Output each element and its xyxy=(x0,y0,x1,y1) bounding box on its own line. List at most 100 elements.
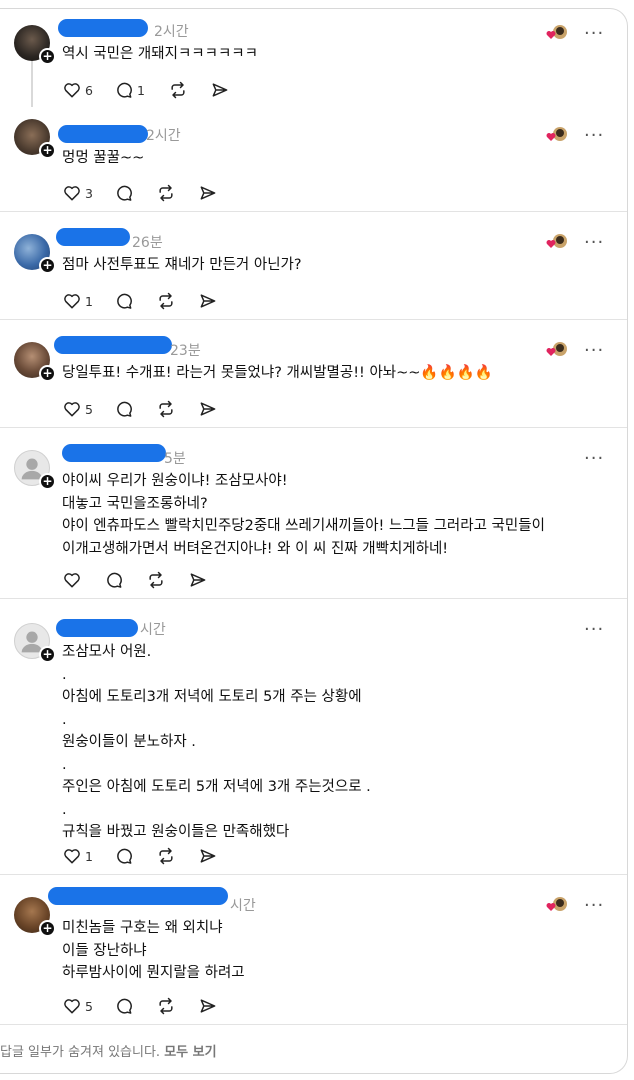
post-time: 26분 xyxy=(132,235,163,251)
divider xyxy=(0,874,627,875)
heart-icon xyxy=(64,849,80,864)
redacted-username[interactable] xyxy=(48,887,228,905)
post-time: 5분 xyxy=(164,451,186,467)
reply-button[interactable] xyxy=(114,181,134,205)
more-options-icon[interactable]: ··· xyxy=(584,621,604,639)
redacted-username[interactable] xyxy=(62,444,166,462)
divider xyxy=(0,598,627,599)
follow-plus-icon[interactable]: + xyxy=(39,920,56,937)
post-time: 2시간 xyxy=(154,24,189,40)
repost-icon xyxy=(159,847,173,865)
share-button[interactable] xyxy=(198,289,218,313)
comment-icon xyxy=(107,572,122,588)
repost-icon xyxy=(159,997,173,1015)
follow-plus-icon[interactable]: + xyxy=(39,365,56,382)
comment-icon xyxy=(117,82,132,98)
like-button[interactable]: 3 xyxy=(62,181,93,205)
redacted-username[interactable] xyxy=(56,228,130,246)
liked-by-author-badge xyxy=(545,340,569,360)
comment-icon xyxy=(117,293,132,309)
more-options-icon[interactable]: ··· xyxy=(584,25,604,43)
reply-button[interactable] xyxy=(114,844,134,868)
repost-button[interactable] xyxy=(156,397,176,421)
divider xyxy=(0,1024,627,1025)
more-options-icon[interactable]: ··· xyxy=(584,342,604,360)
reply-button[interactable] xyxy=(114,994,134,1018)
like-button[interactable]: 5 xyxy=(62,994,93,1018)
heart-icon xyxy=(64,573,80,588)
heart-icon xyxy=(64,294,80,309)
repost-icon xyxy=(171,81,185,99)
post-time: 시간 xyxy=(230,898,256,914)
hidden-replies-notice: 답글 일부가 숨겨져 있습니다. 모두 보기 xyxy=(0,1045,217,1060)
avatar[interactable]: + xyxy=(14,119,56,159)
heart-icon xyxy=(64,186,80,201)
like-button[interactable]: 5 xyxy=(62,397,93,421)
share-button[interactable] xyxy=(188,568,208,592)
post-time: 2시간 xyxy=(146,128,181,144)
reply-button[interactable] xyxy=(114,397,134,421)
like-button[interactable] xyxy=(62,568,82,592)
like-button[interactable]: 6 xyxy=(62,78,93,102)
liked-by-author-badge xyxy=(545,23,569,43)
like-button[interactable]: 1 xyxy=(62,844,93,868)
share-button[interactable] xyxy=(198,181,218,205)
more-options-icon[interactable]: ··· xyxy=(584,450,604,468)
repost-button[interactable] xyxy=(156,289,176,313)
heart-icon xyxy=(64,402,80,417)
comment-icon xyxy=(117,401,132,417)
avatar[interactable]: + xyxy=(14,450,56,490)
repost-button[interactable] xyxy=(156,181,176,205)
reply-button[interactable] xyxy=(114,289,134,313)
more-options-icon[interactable]: ··· xyxy=(584,234,604,252)
follow-plus-icon[interactable]: + xyxy=(39,257,56,274)
redacted-username[interactable] xyxy=(58,19,148,37)
follow-plus-icon[interactable]: + xyxy=(39,142,56,159)
share-button[interactable] xyxy=(210,78,230,102)
post-time: 23분 xyxy=(170,343,201,359)
post-time: 시간 xyxy=(140,622,166,638)
send-icon xyxy=(200,849,216,863)
more-options-icon[interactable]: ··· xyxy=(584,897,604,915)
share-button[interactable] xyxy=(198,397,218,421)
divider xyxy=(0,319,627,320)
repost-button[interactable] xyxy=(156,844,176,868)
follow-plus-icon[interactable]: + xyxy=(39,48,56,65)
follow-plus-icon[interactable]: + xyxy=(39,646,56,663)
like-button[interactable]: 1 xyxy=(62,289,93,313)
divider xyxy=(0,211,627,212)
avatar[interactable]: + xyxy=(14,342,56,382)
thread-connector xyxy=(31,61,33,107)
post-text: 점마 사전투표도 쟤네가 만든거 아닌가? xyxy=(62,257,302,273)
avatar[interactable]: + xyxy=(14,25,56,65)
redacted-username[interactable] xyxy=(54,336,172,354)
reply-button[interactable] xyxy=(104,568,124,592)
avatar[interactable]: + xyxy=(14,897,56,937)
comment-icon xyxy=(117,998,132,1014)
avatar[interactable]: + xyxy=(14,623,56,663)
send-icon xyxy=(190,573,206,587)
send-icon xyxy=(200,186,216,200)
post-text: 역시 국민은 개돼지ㅋㅋㅋㅋㅋㅋ xyxy=(62,46,258,62)
comment-icon xyxy=(117,848,132,864)
post-text: 멍멍 꿀꿀~~ xyxy=(62,150,145,166)
redacted-username[interactable] xyxy=(58,125,148,143)
reply-button[interactable]: 1 xyxy=(114,78,145,102)
post-text: 미친놈들 구호는 왜 외치냐 이들 장난하냐 하루밤사이에 뭔지랄을 하려고 xyxy=(62,920,245,981)
share-button[interactable] xyxy=(198,994,218,1018)
post-text: 야이씨 우리가 원숭이냐! 조삼모사야! 대놓고 국민을조롱하네? 야이 엔츄파… xyxy=(62,473,545,557)
repost-icon xyxy=(159,292,173,310)
send-icon xyxy=(200,999,216,1013)
comment-icon xyxy=(117,185,132,201)
redacted-username[interactable] xyxy=(56,619,138,637)
show-all-link[interactable]: 모두 보기 xyxy=(164,1045,216,1060)
repost-button[interactable] xyxy=(168,78,188,102)
repost-button[interactable] xyxy=(156,994,176,1018)
avatar[interactable]: + xyxy=(14,234,56,274)
repost-button[interactable] xyxy=(146,568,166,592)
follow-plus-icon[interactable]: + xyxy=(39,473,56,490)
more-options-icon[interactable]: ··· xyxy=(584,127,604,145)
liked-by-author-badge xyxy=(545,895,569,915)
thread-panel: + 2시간 ··· 역시 국민은 개돼지ㅋㅋㅋㅋㅋㅋ 6 1 + 2시간 ···… xyxy=(0,8,628,1074)
share-button[interactable] xyxy=(198,844,218,868)
